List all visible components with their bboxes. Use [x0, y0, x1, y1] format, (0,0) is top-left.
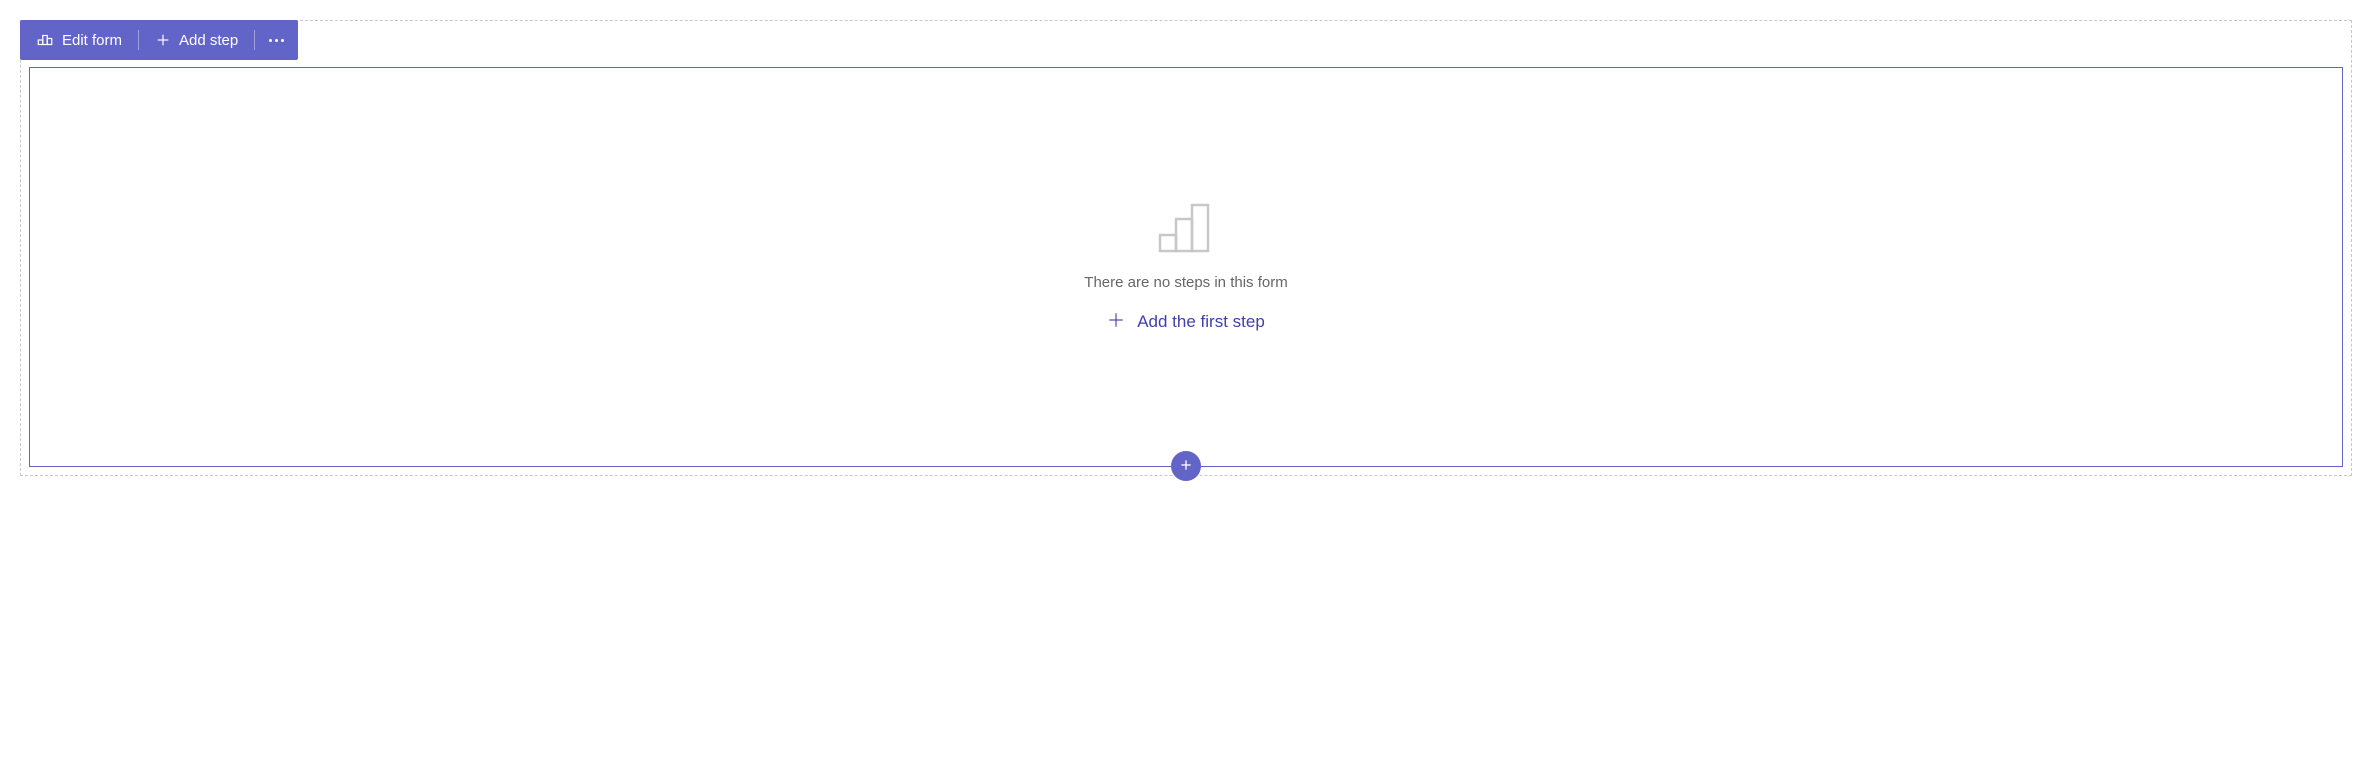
add-section-button[interactable] [1171, 451, 1201, 481]
more-icon [255, 39, 298, 42]
add-step-label: Add step [179, 32, 238, 49]
form-steps-icon [36, 31, 54, 49]
add-first-step-label: Add the first step [1137, 312, 1265, 332]
plus-icon [155, 32, 171, 48]
add-first-step-button[interactable]: Add the first step [1107, 311, 1265, 334]
form-designer-canvas: Edit form Add step [20, 20, 2352, 476]
steps-empty-icon [1156, 201, 1216, 262]
form-steps-area: There are no steps in this form Add the … [29, 67, 2343, 467]
add-step-button[interactable]: Add step [139, 20, 254, 60]
plus-icon [1178, 457, 1194, 476]
empty-state-message: There are no steps in this form [1084, 274, 1287, 291]
edit-form-label: Edit form [62, 32, 122, 49]
plus-icon [1107, 311, 1125, 334]
edit-form-button[interactable]: Edit form [20, 20, 138, 60]
more-actions-button[interactable] [255, 20, 298, 60]
form-toolbar: Edit form Add step [20, 20, 298, 60]
empty-state: There are no steps in this form Add the … [1084, 201, 1287, 334]
